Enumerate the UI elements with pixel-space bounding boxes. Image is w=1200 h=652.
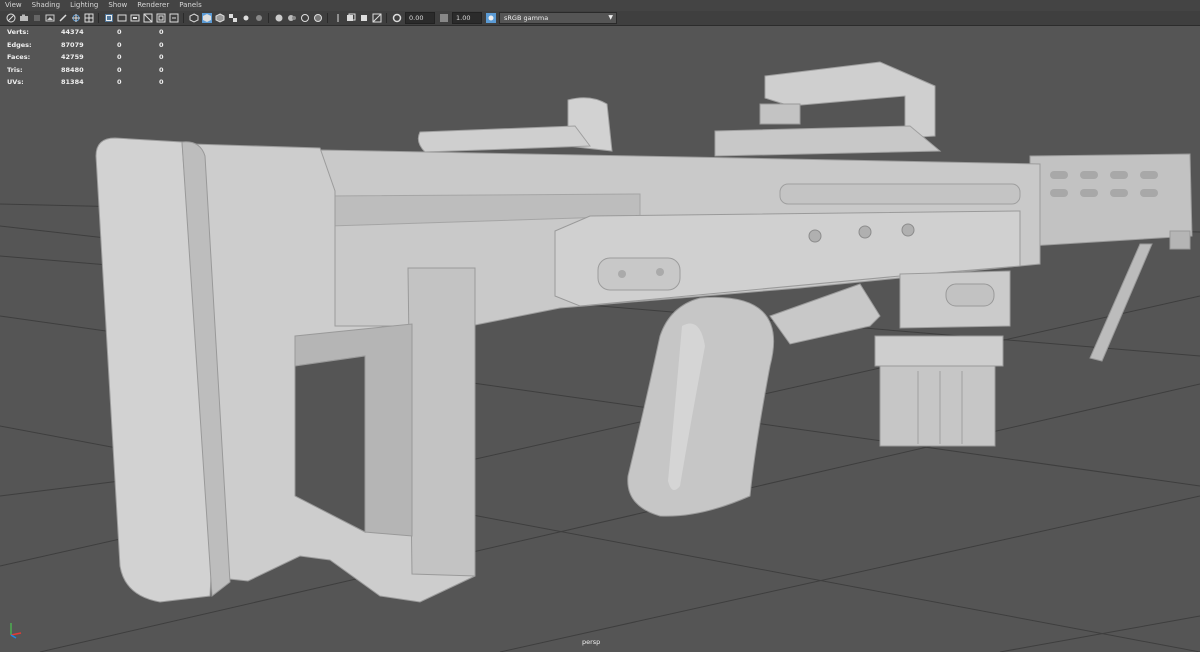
hud-row-tris: Tris: 88480 0 0 [7,64,179,77]
xray-icon[interactable] [346,13,356,23]
hud-value: 88480 [61,65,84,74]
hud-row-faces: Faces: 42759 0 0 [7,51,179,64]
hud-component: 0 [159,28,164,37]
menu-show[interactable]: Show [103,0,132,11]
safe-action-icon[interactable] [156,13,166,23]
field-chart-icon[interactable] [143,13,153,23]
motion-blur-icon[interactable] [287,13,297,23]
view-transform-value: sRGB gamma [504,14,549,22]
view-transform-dropdown[interactable]: sRGB gamma ▼ [499,12,617,24]
multisample-aa-icon[interactable] [300,13,310,23]
resolution-gate-icon[interactable] [117,13,127,23]
rifle-model[interactable] [95,61,1193,603]
hud-label: Tris: [7,65,23,74]
toolbar-divider [268,13,269,23]
menu-panels[interactable]: Panels [174,0,207,11]
camera-select-icon[interactable] [6,13,16,23]
hud-label: Edges: [7,40,32,49]
hud-label: UVs: [7,78,24,87]
use-all-lights-icon[interactable] [241,13,251,23]
toolbar-divider [98,13,99,23]
safe-title-icon[interactable] [169,13,179,23]
2d-pan-zoom-icon[interactable] [71,13,81,23]
hud-selected: 0 [117,65,122,74]
toolbar-divider [183,13,184,23]
chevron-down-icon: ▼ [608,14,613,21]
menu-shading[interactable]: Shading [27,0,65,11]
toolbar-divider [386,13,387,23]
shadows-icon[interactable] [254,13,264,23]
hud-component: 0 [159,40,164,49]
xray-joints-icon[interactable] [372,13,382,23]
poly-count-hud: Verts: 44374 0 0 Edges: 87079 0 0 Faces:… [7,26,179,89]
viewport-scene [0,61,1200,652]
panel-toolbar: 0.00 1.00 sRGB gamma ▼ [0,11,1200,26]
default-material-icon[interactable] [215,13,225,23]
grease-pencil-icon[interactable] [58,13,68,23]
color-management-icon[interactable] [485,13,496,23]
gamma-icon[interactable] [439,13,449,23]
3d-viewport[interactable] [0,26,1200,652]
hud-value: 87079 [61,40,84,49]
hud-component: 0 [159,78,164,87]
hud-value: 44374 [61,28,84,37]
gate-mask-icon[interactable] [130,13,140,23]
smooth-shade-icon[interactable] [201,13,212,23]
menu-renderer[interactable]: Renderer [132,0,174,11]
gamma-field[interactable]: 1.00 [452,12,482,24]
hud-row-uvs: UVs: 81384 0 0 [7,76,179,89]
hud-row-edges: Edges: 87079 0 0 [7,39,179,52]
hud-component: 0 [159,65,164,74]
panel-menu-bar: View Shading Lighting Show Renderer Pane… [0,0,1200,11]
hud-selected: 0 [117,78,122,87]
menu-view[interactable]: View [0,0,27,11]
hud-label: Verts: [7,28,29,37]
isolate-select-icon[interactable] [333,13,343,23]
hud-selected: 0 [117,28,122,37]
film-gate-icon[interactable] [104,13,114,23]
xray-active-icon[interactable] [359,13,369,23]
camera-name-label: persp [582,638,601,646]
bookmark-icon[interactable] [32,13,42,23]
depth-of-field-icon[interactable] [313,13,323,23]
hud-row-verts: Verts: 44374 0 0 [7,26,179,39]
hud-label: Faces: [7,53,31,62]
hud-selected: 0 [117,40,122,49]
hud-component: 0 [159,53,164,62]
exposure-field[interactable]: 0.00 [405,12,435,24]
textured-icon[interactable] [228,13,238,23]
hud-value: 42759 [61,53,84,62]
grid-icon[interactable] [84,13,94,23]
hud-selected: 0 [117,53,122,62]
axis-gizmo-icon [10,623,22,639]
image-plane-icon[interactable] [45,13,55,23]
toolbar-divider [327,13,328,23]
hud-value: 81384 [61,78,84,87]
camera-attrs-icon[interactable] [19,13,29,23]
exposure-icon[interactable] [392,13,402,23]
wireframe-icon[interactable] [189,13,199,23]
menu-lighting[interactable]: Lighting [65,0,103,11]
screen-space-ao-icon[interactable] [274,13,284,23]
